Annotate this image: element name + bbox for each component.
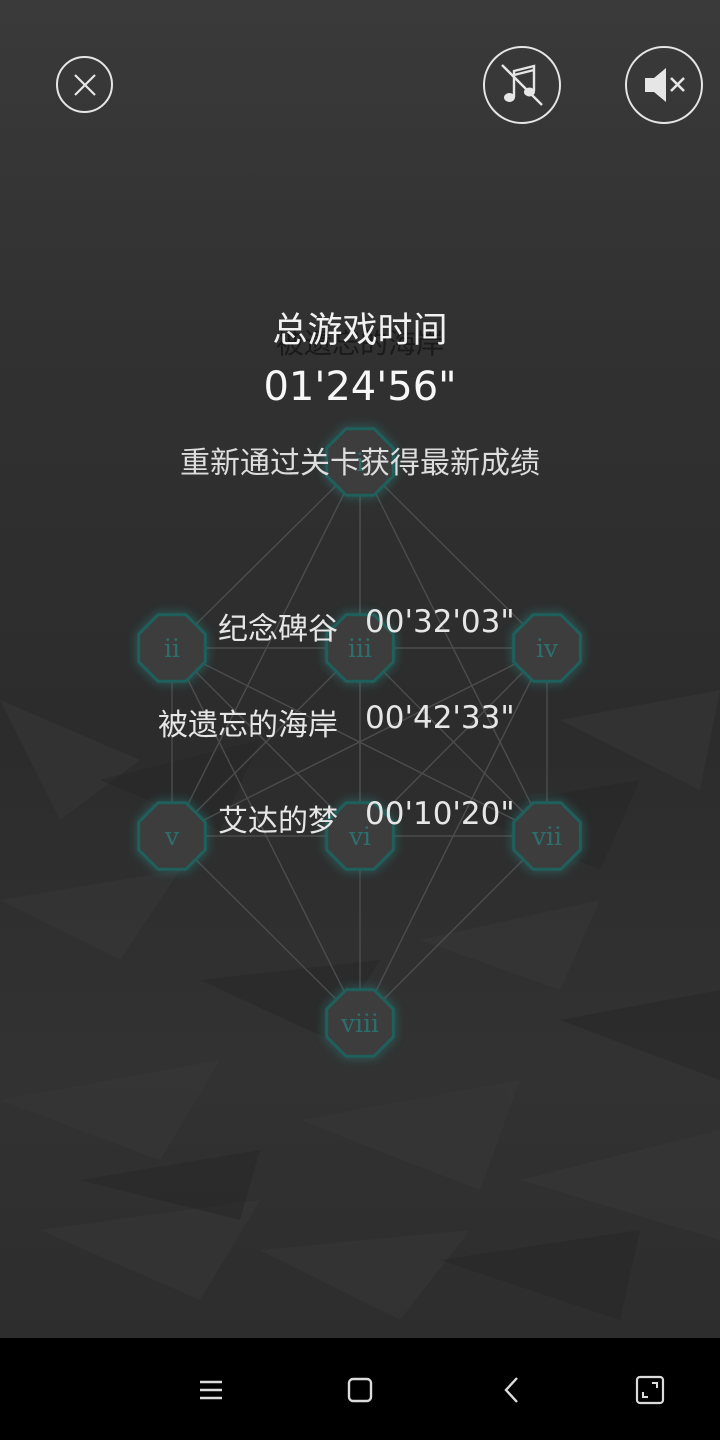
level-time-row: 被遗忘的海岸 00'42'33" — [0, 700, 720, 744]
level-time: 00'32'03" — [365, 604, 515, 640]
back-chevron-icon — [504, 1377, 518, 1403]
level-time: 00'42'33" — [365, 700, 515, 736]
total-time-value: 01'24'56" — [263, 364, 457, 410]
rotate-screen-icon — [635, 1375, 665, 1405]
level-name: 纪念碑谷 — [218, 612, 338, 647]
play-time-stats: 总游戏时间 01'24'56" 重新通过关卡获得最新成绩 纪念碑谷 00'32'… — [0, 0, 720, 1338]
level-time-row: 艾达的梦 00'10'20" — [0, 796, 720, 840]
level-name: 被遗忘的海岸 — [158, 708, 338, 743]
recent-apps-button[interactable] — [183, 1362, 239, 1418]
level-time: 00'10'20" — [365, 796, 515, 832]
system-nav-bar — [0, 1338, 720, 1440]
menu-lines-icon — [200, 1380, 222, 1400]
level-time-row: 纪念碑谷 00'32'03" — [0, 604, 720, 648]
home-button[interactable] — [332, 1362, 388, 1418]
rotate-screen-button[interactable] — [622, 1362, 678, 1418]
level-name: 艾达的梦 — [218, 804, 338, 839]
total-time-label: 总游戏时间 — [272, 311, 448, 351]
home-square-icon — [347, 1377, 373, 1403]
game-screen: 被遗忘的海岸 i ii iii iv v vi vii viii 总游戏时间 01'24'56… — [0, 0, 720, 1338]
replay-note: 重新通过关卡获得最新成绩 — [180, 446, 540, 481]
back-button[interactable] — [484, 1362, 540, 1418]
